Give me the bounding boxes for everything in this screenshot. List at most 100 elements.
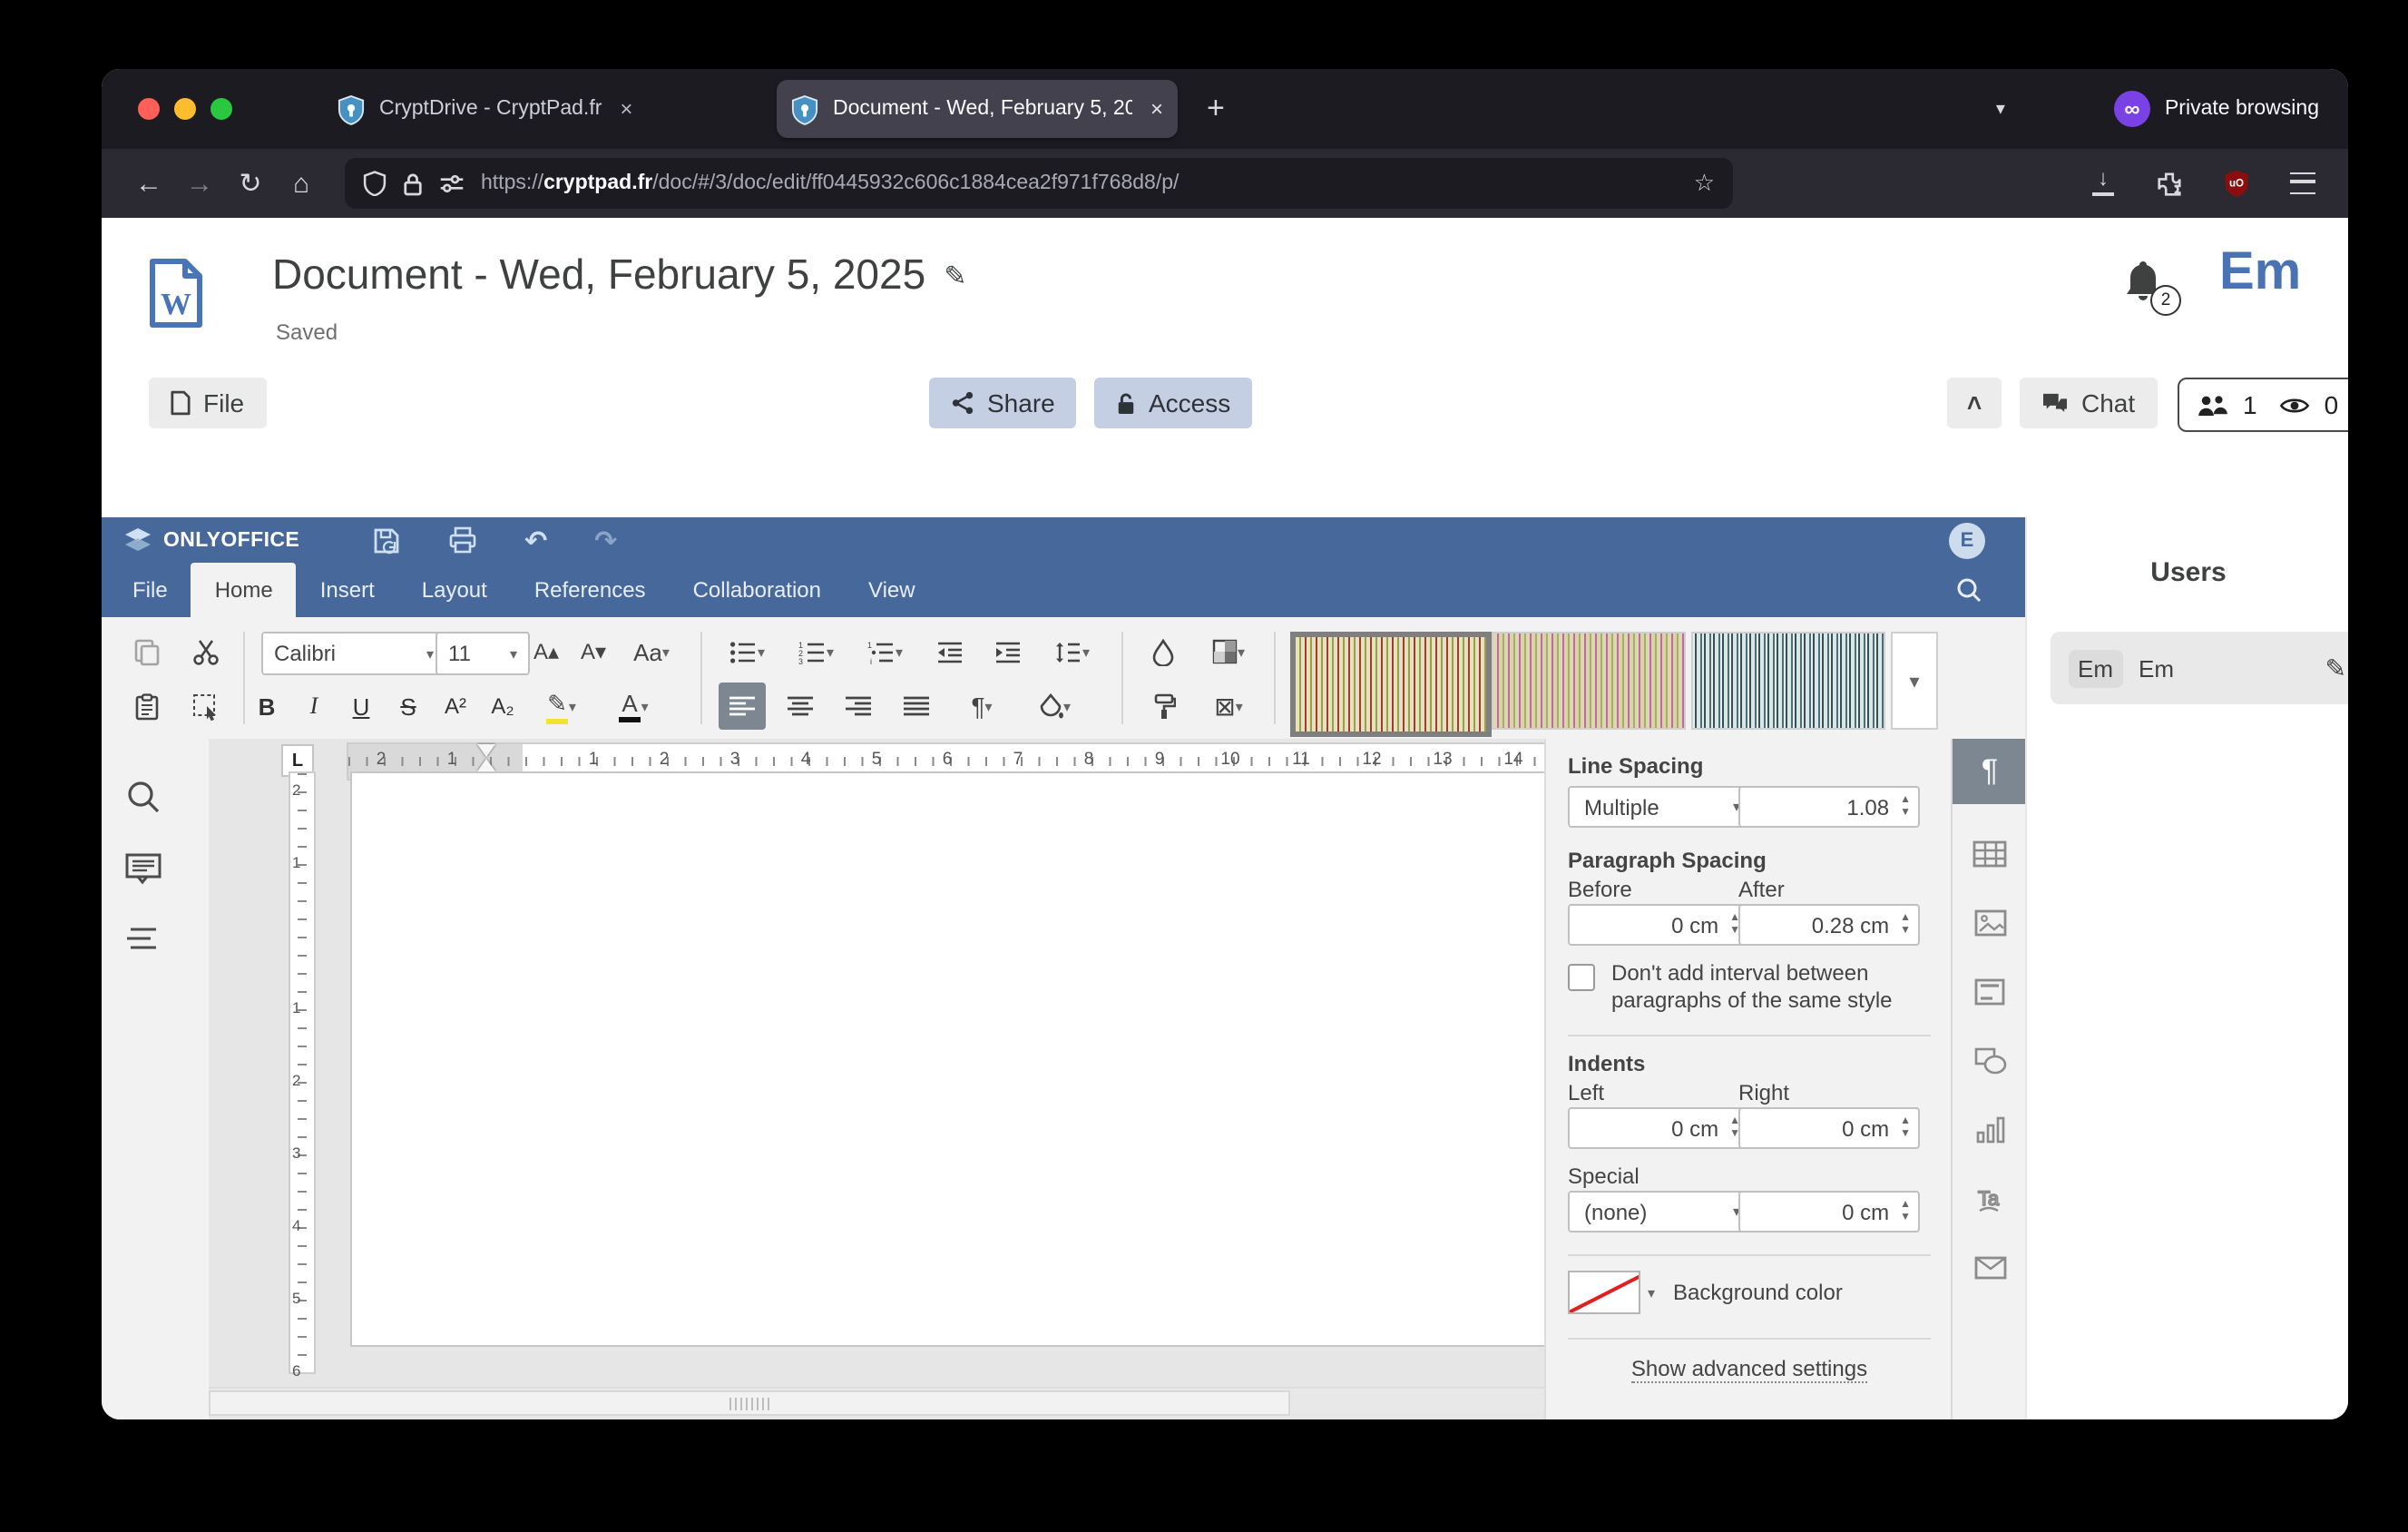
table-settings-tab[interactable]	[1965, 830, 2014, 879]
tab-list-caret-icon[interactable]: ▾	[1996, 99, 2005, 119]
edit-user-pencil-icon[interactable]: ✎	[2325, 653, 2346, 683]
show-advanced-settings-link[interactable]: Show advanced settings	[1631, 1356, 1867, 1383]
spacing-before-spinner[interactable]: 0 cm▲▼	[1568, 904, 1749, 946]
paste-button[interactable]	[123, 683, 171, 730]
indent-right-spinner[interactable]: 0 cm▲▼	[1738, 1107, 1920, 1149]
menu-home[interactable]: Home	[191, 563, 297, 617]
bookmark-star-icon[interactable]: ☆	[1694, 169, 1715, 198]
bullet-list-button[interactable]: ▾	[719, 628, 777, 675]
spacing-after-spinner[interactable]: 0.28 cm▲▼	[1738, 904, 1920, 946]
background-color-swatch[interactable]	[1568, 1271, 1640, 1314]
url-bar[interactable]: https://cryptpad.fr/doc/#/3/doc/edit/ff0…	[345, 158, 1733, 209]
align-center-button[interactable]	[777, 683, 824, 730]
strikethrough-button[interactable]: S	[385, 683, 432, 730]
close-window-button[interactable]	[138, 98, 160, 120]
document-title[interactable]: Document - Wed, February 5, 2025	[272, 250, 925, 300]
line-spacing-select[interactable]: Multiple▾	[1568, 786, 1749, 828]
styles-gallery-expand-button[interactable]: ▾	[1891, 632, 1938, 730]
first-line-indent-marker[interactable]	[477, 744, 495, 757]
select-all-button[interactable]	[181, 683, 229, 730]
text-art-settings-tab[interactable]: Ta	[1965, 1174, 2014, 1223]
italic-button[interactable]: I	[290, 683, 338, 730]
editor-search-icon[interactable]	[1956, 577, 1982, 603]
reload-icon[interactable]: ↻	[225, 167, 276, 200]
nonprinting-characters-button[interactable]: ¶▾	[951, 683, 1013, 730]
style-swatch-normal[interactable]	[1290, 632, 1492, 737]
mail-merge-settings-tab[interactable]	[1965, 1243, 2014, 1292]
menu-insert[interactable]: Insert	[297, 563, 398, 617]
decrease-indent-button[interactable]	[925, 628, 973, 675]
align-right-button[interactable]	[835, 683, 882, 730]
line-spacing-button[interactable]: ▾	[1042, 628, 1103, 675]
tab-close-icon[interactable]: ×	[1150, 96, 1163, 122]
subscript-button[interactable]: A₂	[479, 683, 526, 730]
new-tab-button[interactable]: +	[1207, 91, 1225, 127]
hanging-indent-marker[interactable]	[477, 759, 495, 771]
save-icon[interactable]	[372, 525, 401, 555]
change-case-button[interactable]: Aa▾	[621, 628, 682, 675]
special-amount-spinner[interactable]: 0 cm▲▼	[1738, 1191, 1920, 1232]
mail-merge-button[interactable]: ⊠▾	[1198, 683, 1259, 730]
bold-button[interactable]: B	[243, 683, 290, 730]
chart-settings-tab[interactable]	[1965, 1105, 2014, 1154]
decrease-font-button[interactable]: A▾	[570, 628, 617, 675]
numbered-list-button[interactable]: 123▾	[788, 628, 846, 675]
indent-left-spinner[interactable]: 0 cm▲▼	[1568, 1107, 1749, 1149]
special-select[interactable]: (none)▾	[1568, 1191, 1749, 1232]
undo-icon[interactable]: ↶	[524, 524, 547, 556]
shading-button[interactable]: ▾	[1023, 683, 1085, 730]
underline-button[interactable]: U	[338, 683, 385, 730]
hamburger-menu-icon[interactable]	[2290, 172, 2315, 194]
tab-cryptdrive[interactable]: CryptDrive - CryptPad.fr ×	[323, 80, 751, 138]
comments-icon[interactable]	[125, 851, 162, 888]
header-footer-settings-tab[interactable]	[1965, 967, 2014, 1016]
url-text[interactable]: https://cryptpad.fr/doc/#/3/doc/edit/ff0…	[481, 172, 1179, 194]
permissions-icon[interactable]	[439, 172, 465, 194]
menu-layout[interactable]: Layout	[398, 563, 511, 617]
rename-pencil-icon[interactable]: ✎	[944, 259, 966, 291]
collapse-toolbar-button[interactable]: ˄	[1947, 378, 2002, 428]
extensions-puzzle-icon[interactable]	[2156, 170, 2183, 197]
scrollbar-thumb[interactable]	[209, 1390, 1290, 1416]
superscript-button[interactable]: A²	[432, 683, 479, 730]
copy-button[interactable]	[123, 628, 171, 675]
font-size-select[interactable]: 11▾	[436, 632, 530, 675]
menu-references[interactable]: References	[511, 563, 670, 617]
user-list-item[interactable]: Em Em ✎	[2051, 632, 2348, 704]
font-name-select[interactable]: Calibri▾	[261, 632, 446, 675]
print-icon[interactable]	[448, 526, 477, 554]
minimize-window-button[interactable]	[174, 98, 196, 120]
background-color-caret-icon[interactable]: ▾	[1648, 1284, 1655, 1301]
increase-font-button[interactable]: A▴	[523, 628, 570, 675]
justify-button[interactable]	[893, 683, 940, 730]
lock-icon[interactable]	[403, 172, 423, 195]
copy-style-button[interactable]	[1140, 683, 1187, 730]
user-avatar-initials[interactable]: Em	[2219, 243, 2301, 303]
forward-icon[interactable]: →	[174, 168, 225, 199]
chat-button[interactable]: Chat	[2020, 378, 2157, 428]
style-swatch-no-spacing[interactable]	[1492, 632, 1686, 730]
access-button[interactable]: Access	[1094, 378, 1252, 428]
notifications-bell[interactable]: 2	[2121, 258, 2168, 309]
align-left-button[interactable]	[719, 683, 766, 730]
file-menu-button[interactable]: File	[149, 378, 266, 428]
interval-checkbox[interactable]	[1568, 964, 1595, 991]
highlight-color-button[interactable]: ✎▾	[530, 683, 592, 730]
multilevel-list-button[interactable]: 1i▾	[857, 628, 915, 675]
shape-settings-tab[interactable]	[1965, 1036, 2014, 1085]
menu-file[interactable]: File	[109, 563, 191, 617]
presence-indicator[interactable]: 1 0	[2178, 378, 2348, 432]
paragraph-settings-tab[interactable]: ¶	[1953, 739, 2027, 804]
clear-style-button[interactable]	[1140, 628, 1187, 675]
line-spacing-amount-spinner[interactable]: 1.08▲▼	[1738, 786, 1920, 828]
tab-close-icon[interactable]: ×	[620, 96, 632, 122]
back-icon[interactable]: ←	[123, 168, 174, 199]
ublock-origin-icon[interactable]: uO	[2223, 169, 2250, 198]
share-button[interactable]: Share	[929, 378, 1077, 428]
document-page[interactable]	[350, 771, 1613, 1347]
menu-collaboration[interactable]: Collaboration	[670, 563, 845, 617]
home-icon[interactable]: ⌂	[276, 168, 327, 199]
style-swatch-heading[interactable]	[1691, 632, 1885, 730]
vertical-ruler[interactable]: 21123456	[289, 771, 316, 1374]
downloads-icon[interactable]: ↓	[2090, 171, 2116, 196]
